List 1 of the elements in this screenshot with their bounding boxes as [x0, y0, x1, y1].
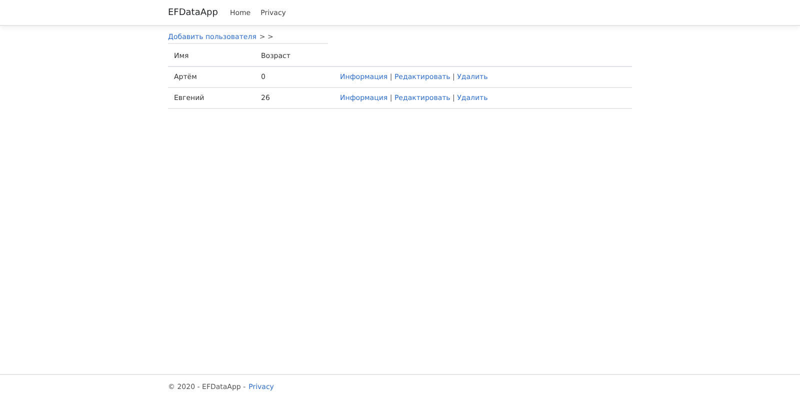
- brand-link[interactable]: EFDataApp: [168, 8, 218, 18]
